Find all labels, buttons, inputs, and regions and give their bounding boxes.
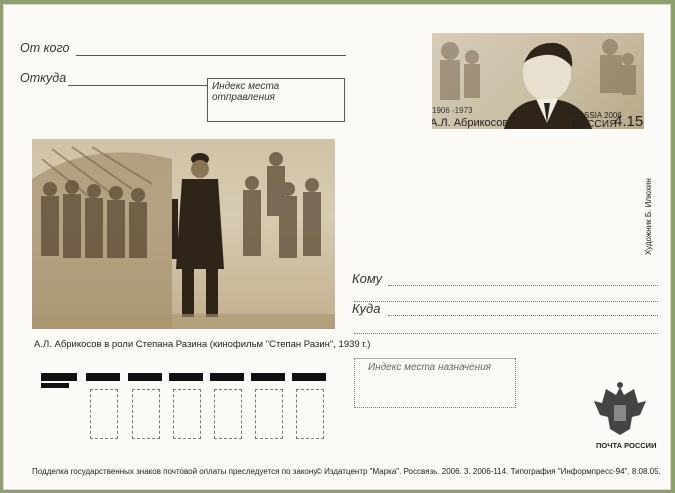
- stamp-name: А.Л. Абрикосов: [432, 117, 509, 129]
- index-bar: [292, 373, 326, 381]
- index-digit-box: [90, 389, 118, 439]
- address-from-label: Откуда: [20, 71, 67, 85]
- address-to-line: [388, 315, 658, 316]
- index-bar: [251, 373, 285, 381]
- double-headed-eagle-icon: [594, 382, 646, 435]
- address-to-line-2: [354, 333, 658, 334]
- from-label: От кого: [20, 41, 70, 55]
- index-digit-box: [214, 389, 242, 439]
- from-line: [76, 55, 346, 56]
- index-bar-2: [41, 383, 69, 388]
- stamp-country: РОССИЯ: [572, 119, 617, 129]
- stamp-value: 4.15: [614, 113, 644, 129]
- sender-index-box: Индекс места отправления: [207, 78, 345, 122]
- address-to-label: Куда: [352, 301, 381, 316]
- footer-warning: Подделка государственных знаков почтовой…: [32, 467, 318, 476]
- index-bar: [86, 373, 120, 381]
- artist-credit: Художник Б. Илюхин: [644, 178, 653, 255]
- postcard: От кого Откуда Индекс места отправления …: [4, 5, 670, 489]
- destination-index-label: Индекс места назначения: [368, 362, 492, 373]
- index-digit-box: [296, 389, 324, 439]
- to-line: [388, 285, 658, 286]
- address-from-line: [68, 85, 208, 86]
- index-bar: [169, 373, 203, 381]
- stamp-years: 1906 -1973: [432, 106, 473, 115]
- index-digit-box: [132, 389, 160, 439]
- index-bar: [128, 373, 162, 381]
- film-still-illustration: [32, 139, 335, 329]
- russian-post-label: ПОЧТА РОССИИ: [596, 441, 657, 450]
- index-bar: [41, 373, 77, 381]
- index-bar: [210, 373, 244, 381]
- film-scene-icon: [32, 146, 335, 329]
- index-digit-box: [173, 389, 201, 439]
- index-digit-box: [255, 389, 283, 439]
- to-label: Кому: [352, 271, 383, 286]
- postage-stamp: 1906 -1973 А.Л. Абрикосов ROSSIA 2006 РО…: [432, 33, 644, 129]
- illustration-caption: А.Л. Абрикосов в роли Степана Разина (ки…: [34, 339, 371, 350]
- footer-publisher: © Издатцентр "Марка". Россвязь. 2006. 3.…: [316, 467, 661, 476]
- to-line-2: [354, 301, 658, 302]
- sender-index-label: Индекс места отправления: [212, 81, 280, 103]
